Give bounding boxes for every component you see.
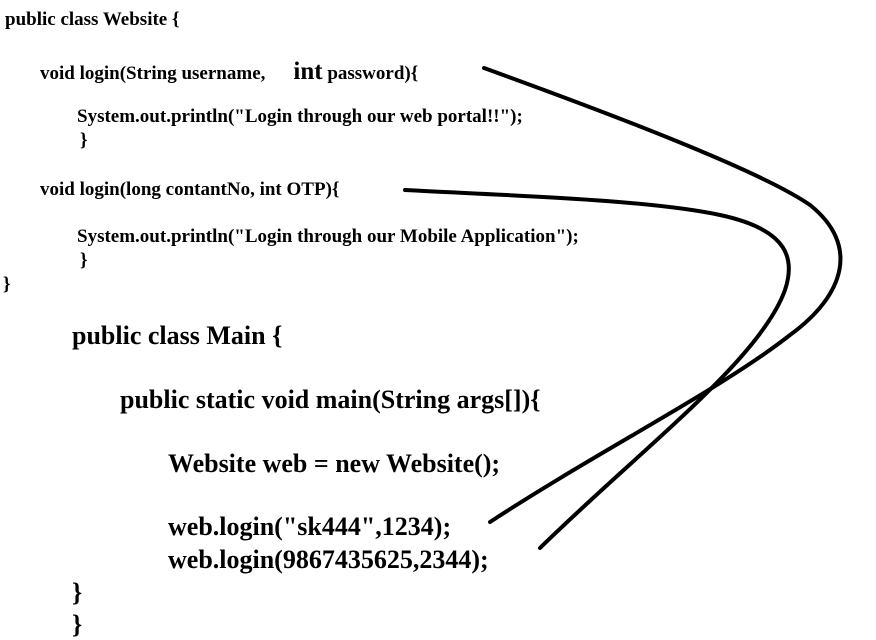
- website-class-close-brace: }: [3, 274, 11, 295]
- method2-close-brace: }: [80, 250, 88, 271]
- method2-body: System.out.println("Login through our Mo…: [77, 226, 579, 247]
- method1-signature-suffix: password){: [327, 63, 419, 84]
- website-class-header: public class Website {: [5, 9, 180, 30]
- main-method-close-brace: }: [72, 578, 83, 607]
- main-method-signature: public static void main(String args[]){: [120, 385, 541, 414]
- login-call-1: web.login("sk444",1234);: [168, 512, 452, 541]
- connector-lines: [403, 66, 843, 550]
- main-class-close-brace: }: [72, 610, 83, 639]
- method1-close-brace: }: [80, 130, 88, 151]
- main-class-header: public class Main {: [72, 321, 283, 350]
- login-call-2: web.login(9867435625,2344);: [168, 545, 489, 574]
- method1-signature: void login(String username, int password)…: [40, 59, 418, 84]
- method1-body: System.out.println("Login through our we…: [77, 106, 523, 127]
- method2-signature: void login(long contantNo, int OTP){: [40, 179, 340, 200]
- method1-param-type: int: [293, 58, 323, 85]
- method1-signature-prefix: void login(String username,: [40, 63, 266, 84]
- website-instantiation: Website web = new Website();: [168, 449, 501, 478]
- connector-method1-to-call1: [482, 66, 843, 524]
